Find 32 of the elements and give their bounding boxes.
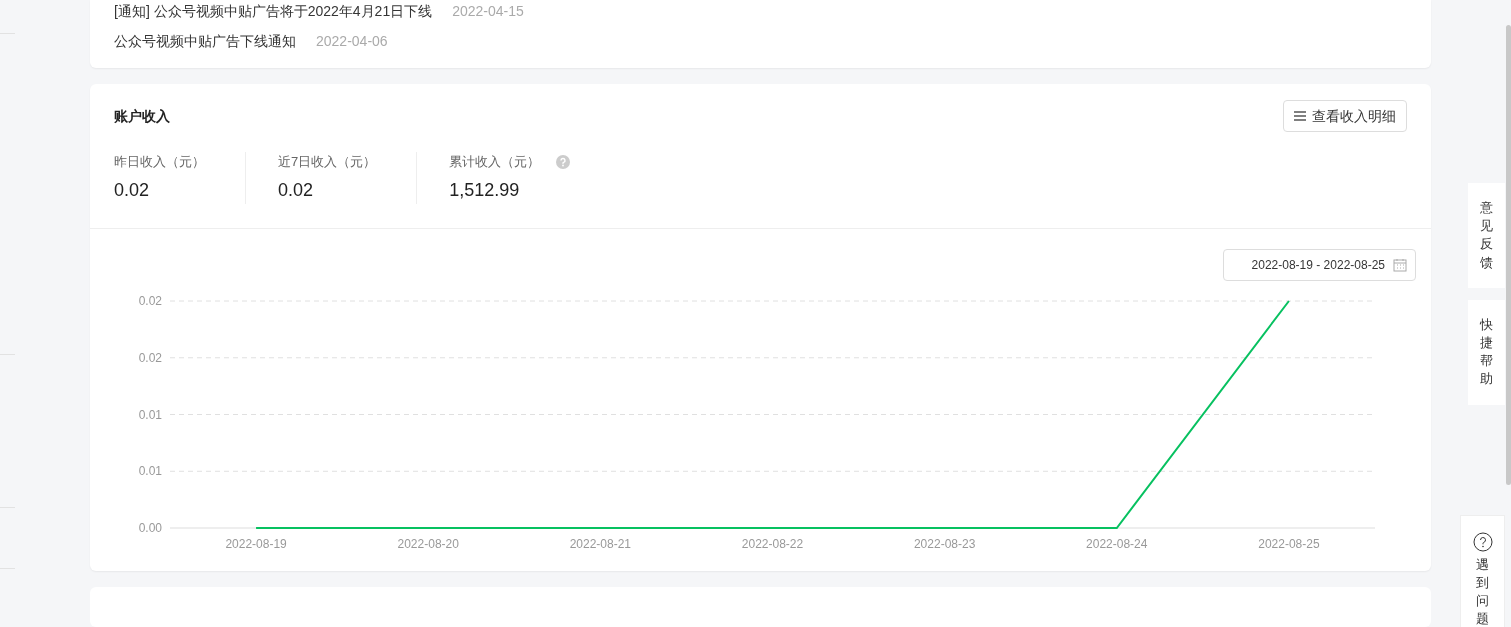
notice-link[interactable]: [通知] 公众号视频中贴广告将于2022年4月21日下线	[114, 1, 433, 21]
stat-label: 近7日收入（元）	[278, 153, 377, 171]
x-tick-label: 2022-08-25	[1258, 536, 1320, 551]
stat-value: 1,512.99	[449, 178, 521, 202]
side-tab-button[interactable]: 意见反馈	[1468, 183, 1505, 288]
y-tick-label: 0.02	[138, 293, 162, 308]
y-tick-label: 0.01	[138, 407, 162, 421]
list-icon	[1294, 111, 1306, 121]
x-tick-label: 2022-08-19	[225, 536, 287, 551]
x-tick-label: 2022-08-22	[741, 536, 804, 551]
x-tick-label: 2022-08-24	[1086, 536, 1148, 551]
calendar-icon	[1393, 257, 1407, 272]
side-tab-button[interactable]: 快捷帮助	[1468, 299, 1505, 405]
stat-label: 昨日收入（元）	[114, 153, 205, 171]
notice-date: 2022-04-06	[316, 32, 388, 51]
question-circle-icon	[1472, 531, 1493, 552]
x-tick-label: 2022-08-20	[397, 536, 459, 551]
notice-date: 2022-04-15	[452, 2, 524, 21]
y-tick-label: 0.01	[138, 463, 162, 478]
stat-value: 0.02	[278, 178, 315, 202]
help-side-button[interactable]: 遇到问题	[1460, 514, 1505, 627]
notice-link[interactable]: 公众号视频中贴广告下线通知	[114, 31, 296, 51]
card-title: 账户收入	[114, 107, 170, 126]
y-tick-label: 0.00	[138, 520, 162, 535]
x-tick-label: 2022-08-21	[569, 536, 632, 551]
y-tick-label: 0.02	[138, 350, 162, 365]
x-tick-label: 2022-08-23	[913, 536, 976, 551]
income-detail-button[interactable]: 查看收入明细	[1283, 100, 1407, 132]
stat-label: 累计收入（元）	[449, 153, 541, 171]
help-icon[interactable]	[556, 154, 571, 169]
date-range-picker[interactable]: 2022-08-19 - 2022-08-25	[1222, 248, 1416, 281]
stat-value: 0.02	[114, 178, 151, 202]
